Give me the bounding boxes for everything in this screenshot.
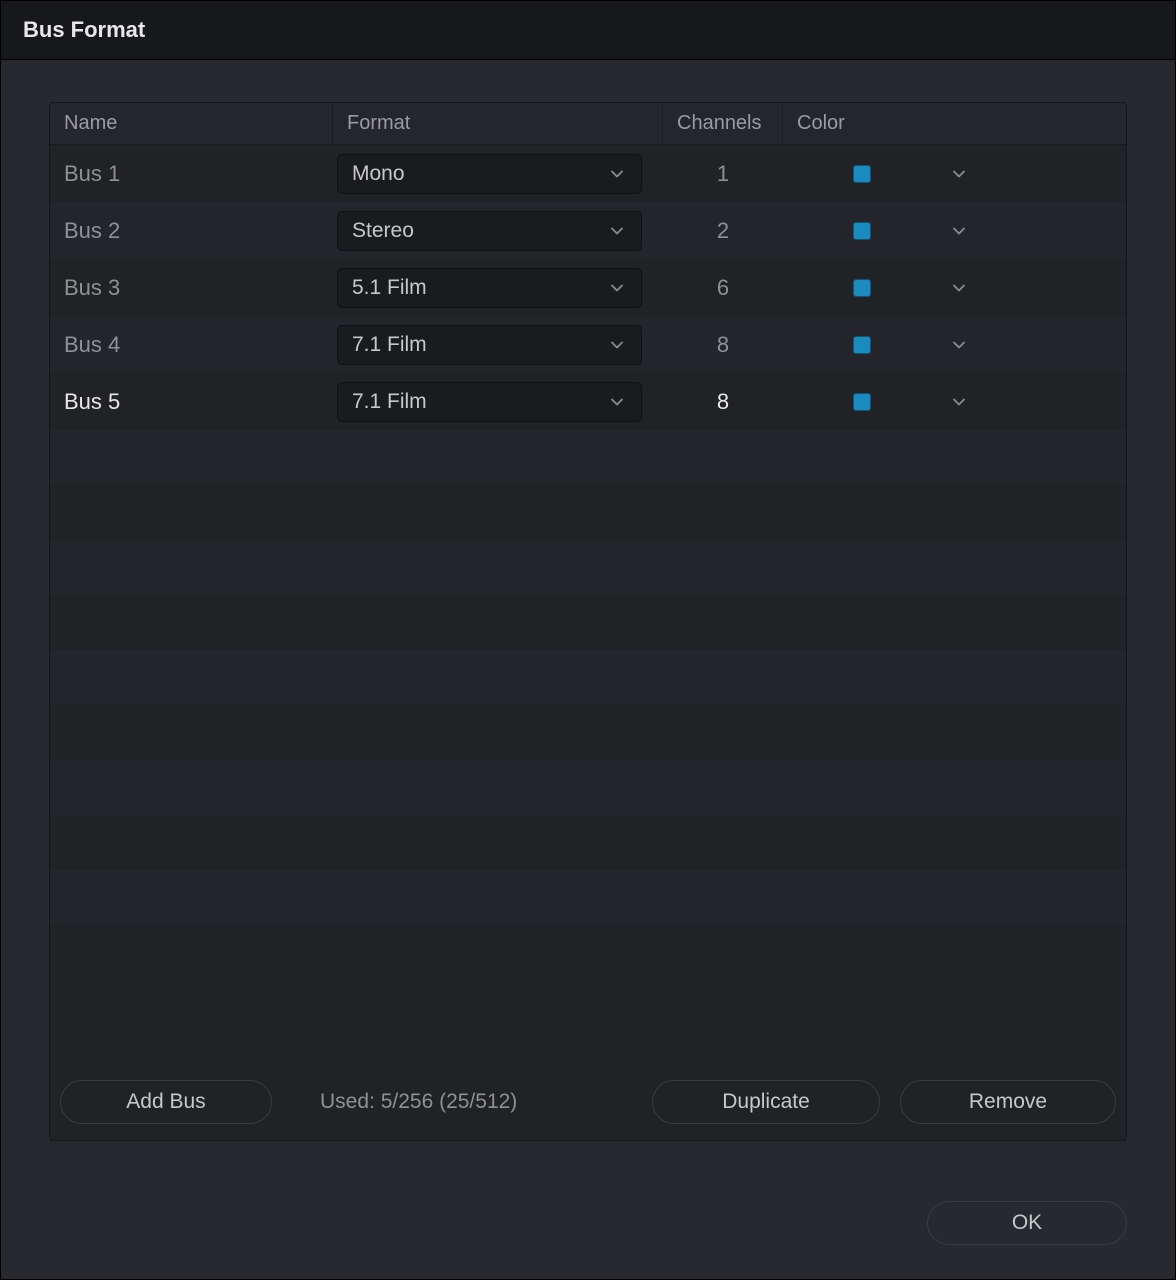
chevron-down-icon[interactable]	[949, 392, 969, 412]
empty-row	[50, 870, 1126, 925]
dialog-footer: OK	[1, 1171, 1175, 1279]
color-cell	[783, 278, 1126, 298]
bus-name-cell[interactable]: Bus 2	[50, 218, 333, 244]
bus-name-cell[interactable]: Bus 1	[50, 161, 333, 187]
empty-row	[50, 430, 1126, 485]
color-swatch[interactable]	[853, 165, 871, 183]
table-row[interactable]: Bus 2 Stereo 2	[50, 202, 1126, 259]
chevron-down-icon[interactable]	[949, 335, 969, 355]
format-select-label: 7.1 Film	[352, 333, 427, 357]
empty-row	[50, 705, 1126, 760]
color-swatch[interactable]	[853, 222, 871, 240]
bus-format-window: Bus Format Name Format Channels Color Bu…	[0, 0, 1176, 1280]
channels-cell: 8	[663, 389, 783, 415]
empty-row	[50, 925, 1126, 980]
bus-name-cell[interactable]: Bus 5	[50, 389, 333, 415]
format-cell: Mono	[333, 154, 663, 194]
format-cell: 7.1 Film	[333, 382, 663, 422]
panel-footer: Add Bus Used: 5/256 (25/512) Duplicate R…	[50, 1064, 1126, 1140]
window-title: Bus Format	[23, 17, 1153, 43]
table-header: Name Format Channels Color	[50, 103, 1126, 145]
color-cell	[783, 335, 1126, 355]
add-bus-button[interactable]: Add Bus	[60, 1080, 272, 1124]
format-select-label: 7.1 Film	[352, 390, 427, 414]
column-header-color[interactable]: Color	[783, 103, 1126, 144]
empty-row	[50, 595, 1126, 650]
table-row[interactable]: Bus 1 Mono 1	[50, 145, 1126, 202]
format-select[interactable]: 7.1 Film	[337, 325, 642, 365]
color-swatch[interactable]	[853, 393, 871, 411]
bus-name-cell[interactable]: Bus 4	[50, 332, 333, 358]
column-header-channels[interactable]: Channels	[663, 103, 783, 144]
color-cell	[783, 392, 1126, 412]
column-header-name[interactable]: Name	[50, 103, 333, 144]
chevron-down-icon	[607, 164, 627, 184]
format-select[interactable]: 5.1 Film	[337, 268, 642, 308]
empty-row	[50, 540, 1126, 595]
chevron-down-icon	[607, 278, 627, 298]
channels-cell: 2	[663, 218, 783, 244]
titlebar: Bus Format	[1, 1, 1175, 60]
format-select-label: Stereo	[352, 219, 414, 243]
ok-button[interactable]: OK	[927, 1201, 1127, 1245]
chevron-down-icon	[607, 221, 627, 241]
usage-text: Used: 5/256 (25/512)	[292, 1090, 632, 1114]
empty-row	[50, 485, 1126, 540]
format-select-label: Mono	[352, 162, 405, 186]
format-cell: Stereo	[333, 211, 663, 251]
format-select-label: 5.1 Film	[352, 276, 427, 300]
empty-row	[50, 650, 1126, 705]
bus-name-cell[interactable]: Bus 3	[50, 275, 333, 301]
empty-row	[50, 760, 1126, 815]
format-cell: 7.1 Film	[333, 325, 663, 365]
chevron-down-icon	[607, 335, 627, 355]
empty-row	[50, 815, 1126, 870]
table-body: Bus 1Mono1Bus 2Stereo2Bus 35.1 Film6Bus …	[50, 145, 1126, 1064]
bus-table-panel: Name Format Channels Color Bus 1Mono1Bus…	[49, 102, 1127, 1141]
chevron-down-icon[interactable]	[949, 164, 969, 184]
duplicate-button[interactable]: Duplicate	[652, 1080, 880, 1124]
table-row[interactable]: Bus 4 7.1 Film 8	[50, 316, 1126, 373]
chevron-down-icon	[607, 392, 627, 412]
color-swatch[interactable]	[853, 336, 871, 354]
format-select[interactable]: Stereo	[337, 211, 642, 251]
table-row[interactable]: Bus 5 7.1 Film 8	[50, 373, 1126, 430]
chevron-down-icon[interactable]	[949, 221, 969, 241]
table-row[interactable]: Bus 3 5.1 Film 6	[50, 259, 1126, 316]
content-area: Name Format Channels Color Bus 1Mono1Bus…	[1, 60, 1175, 1171]
chevron-down-icon[interactable]	[949, 278, 969, 298]
color-cell	[783, 221, 1126, 241]
channels-cell: 8	[663, 332, 783, 358]
remove-button[interactable]: Remove	[900, 1080, 1116, 1124]
format-select[interactable]: 7.1 Film	[337, 382, 642, 422]
format-cell: 5.1 Film	[333, 268, 663, 308]
column-header-format[interactable]: Format	[333, 103, 663, 144]
color-cell	[783, 164, 1126, 184]
format-select[interactable]: Mono	[337, 154, 642, 194]
channels-cell: 6	[663, 275, 783, 301]
channels-cell: 1	[663, 161, 783, 187]
color-swatch[interactable]	[853, 279, 871, 297]
